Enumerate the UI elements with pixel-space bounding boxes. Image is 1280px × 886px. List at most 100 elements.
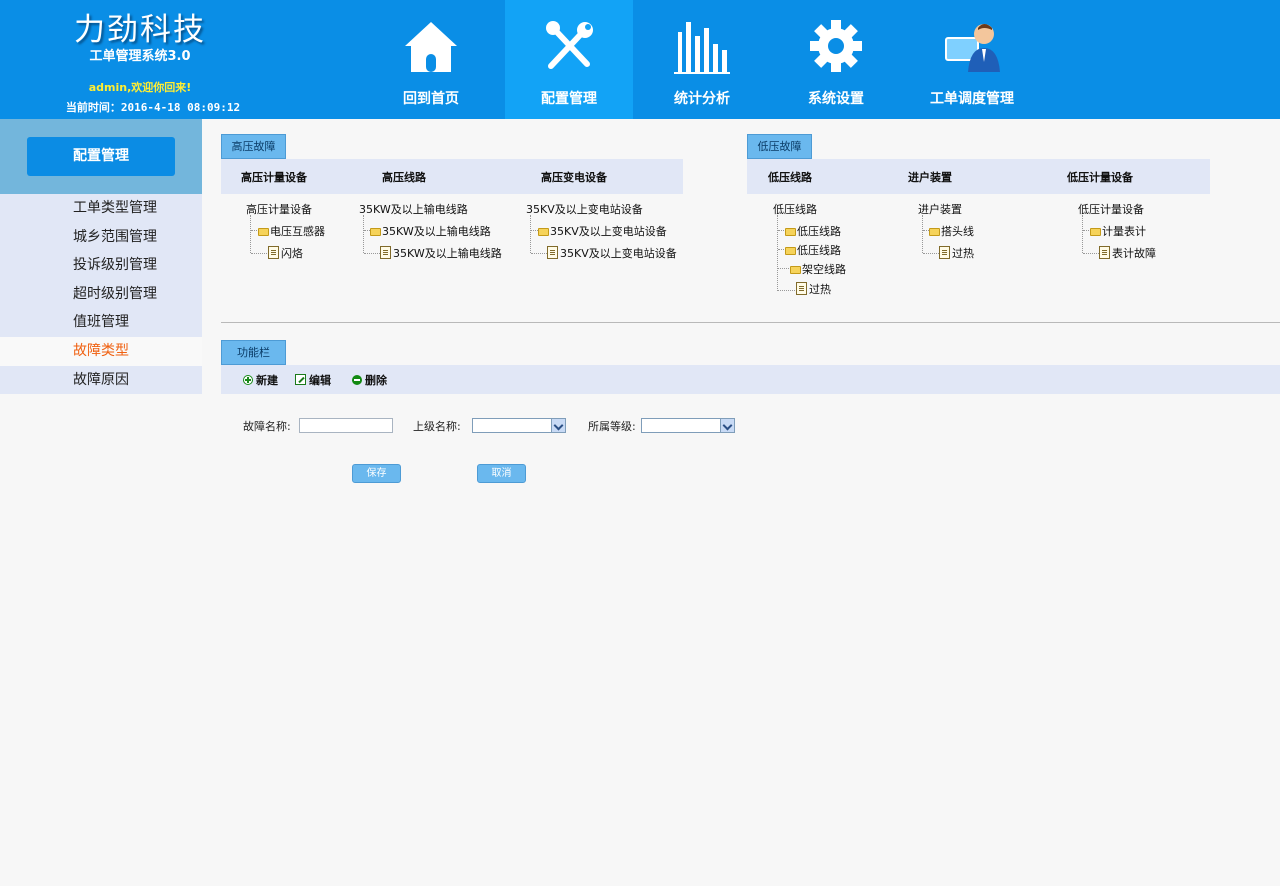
sidebar-item-fault-type[interactable]: 故障类型 <box>0 336 202 366</box>
tree-root[interactable]: 低压计量设备 <box>1078 201 1144 217</box>
tree-leaf-label: 过热 <box>809 283 831 296</box>
cancel-button[interactable]: 取消 <box>477 464 526 483</box>
function-bar-tab: 功能栏 <box>221 340 286 365</box>
tree-line <box>778 268 789 269</box>
sidebar-title-button[interactable]: 配置管理 <box>27 137 175 176</box>
tools-icon <box>546 21 593 69</box>
column-header: 高压线路 <box>382 171 426 184</box>
delete-button-label: 删除 <box>365 374 387 387</box>
folder-icon <box>785 228 796 236</box>
document-icon <box>1099 246 1110 259</box>
sidebar-menu: 工单类型管理 城乡范围管理 投诉级别管理 超时级别管理 值班管理 故障类型 故障… <box>0 194 202 395</box>
tree-folder-label: 低压线路 <box>797 244 841 257</box>
tree-folder[interactable]: 电压互感器 <box>258 223 325 239</box>
column-header: 低压计量设备 <box>1067 171 1133 184</box>
tree-line <box>778 230 784 231</box>
high-voltage-tab[interactable]: 高压故障 <box>221 134 286 159</box>
sidebar-item-complaint-level[interactable]: 投诉级别管理 <box>0 251 202 280</box>
nav-label: 工单调度管理 <box>930 91 1014 107</box>
add-icon <box>243 375 253 385</box>
folder-icon <box>258 228 269 236</box>
home-icon <box>405 22 457 72</box>
top-header: 力劲科技 工单管理系统3.0 admin,欢迎你回来! 当前时间：2016-4-… <box>0 0 1280 119</box>
tree-leaf-label: 闪烙 <box>281 247 303 260</box>
folder-icon <box>1090 228 1101 236</box>
sidebar-item-area-range[interactable]: 城乡范围管理 <box>0 222 202 252</box>
gear-icon <box>810 20 862 72</box>
tree-folder[interactable]: 搭头线 <box>929 223 974 239</box>
edit-button[interactable]: 编辑 <box>295 372 331 388</box>
low-voltage-tab[interactable]: 低压故障 <box>747 134 812 159</box>
column-header: 低压线路 <box>768 171 812 184</box>
company-logo-text: 力劲科技 <box>74 12 206 48</box>
column-header: 高压变电设备 <box>541 171 607 184</box>
nav-label: 配置管理 <box>541 91 597 107</box>
tree-folder[interactable]: 低压线路 <box>785 223 841 239</box>
parent-name-select[interactable] <box>472 418 566 433</box>
nav-config[interactable]: 配置管理 <box>505 0 633 119</box>
folder-icon <box>538 228 549 236</box>
tree-root[interactable]: 高压计量设备 <box>246 201 312 217</box>
sidebar: 配置管理 工单类型管理 城乡范围管理 投诉级别管理 超时级别管理 值班管理 故障… <box>0 119 202 886</box>
sidebar-item-timeout-level[interactable]: 超时级别管理 <box>0 279 202 309</box>
tree-root[interactable]: 35KV及以上变电站设备 <box>526 201 643 217</box>
nav-stats[interactable]: 统计分析 <box>638 0 766 119</box>
nav-dispatch[interactable]: 工单调度管理 <box>908 0 1036 119</box>
tree-folder-label: 35KV及以上变电站设备 <box>550 225 667 238</box>
tree-line <box>531 230 538 231</box>
chevron-down-icon[interactable] <box>551 419 565 432</box>
tree-root[interactable]: 进户装置 <box>918 201 962 217</box>
new-button-label: 新建 <box>256 374 278 387</box>
folder-icon <box>790 266 801 274</box>
welcome-text: admin,欢迎你回来! <box>88 81 192 94</box>
tree-root[interactable]: 低压线路 <box>773 201 817 217</box>
tree-line <box>1083 253 1099 254</box>
tree-folder[interactable]: 35KV及以上变电站设备 <box>538 223 667 239</box>
delete-button[interactable]: 删除 <box>352 372 387 388</box>
level-select[interactable] <box>641 418 735 433</box>
sidebar-item-ticket-type[interactable]: 工单类型管理 <box>0 194 202 223</box>
section-divider <box>221 322 1280 323</box>
column-header: 进户装置 <box>908 171 952 184</box>
tree-folder-label: 低压线路 <box>797 225 841 238</box>
save-button[interactable]: 保存 <box>352 464 401 483</box>
nav-label: 回到首页 <box>403 91 459 107</box>
sidebar-item-fault-cause[interactable]: 故障原因 <box>0 365 202 395</box>
column-header: 高压计量设备 <box>241 171 307 184</box>
tree-folder-label: 架空线路 <box>802 263 846 276</box>
tree-folder-label: 搭头线 <box>941 225 974 238</box>
tree-leaf[interactable]: 闪烙 <box>268 245 303 261</box>
tree-leaf-label: 35KW及以上输电线路 <box>393 247 502 260</box>
tree-leaf[interactable]: 35KW及以上输电线路 <box>380 245 502 261</box>
tree-folder[interactable]: 架空线路 <box>790 261 846 277</box>
nav-home[interactable]: 回到首页 <box>367 0 495 119</box>
low-voltage-header: 低压线路 进户装置 低压计量设备 <box>747 159 1210 194</box>
delete-icon <box>352 375 362 385</box>
sidebar-item-duty[interactable]: 值班管理 <box>0 308 202 337</box>
document-icon <box>380 246 391 259</box>
edit-button-label: 编辑 <box>309 374 331 387</box>
tree-folder[interactable]: 低压线路 <box>785 242 841 258</box>
high-voltage-header: 高压计量设备 高压线路 高压变电设备 <box>221 159 683 194</box>
tree-leaf[interactable]: 表计故障 <box>1099 245 1156 261</box>
tree-leaf[interactable]: 过热 <box>796 281 831 297</box>
tree-leaf[interactable]: 35KV及以上变电站设备 <box>547 245 677 261</box>
tree-folder[interactable]: 计量表计 <box>1090 223 1146 239</box>
tree-line <box>777 215 778 291</box>
fault-name-input[interactable] <box>299 418 393 433</box>
fault-name-label: 故障名称: <box>243 420 291 433</box>
tree-folder[interactable]: 35KW及以上输电线路 <box>370 223 491 239</box>
parent-name-label: 上级名称: <box>413 420 461 433</box>
tree-line <box>251 253 267 254</box>
new-button[interactable]: 新建 <box>243 372 278 388</box>
brand-area: 力劲科技 工单管理系统3.0 admin,欢迎你回来! 当前时间：2016-4-… <box>0 0 280 119</box>
tree-leaf[interactable]: 过热 <box>939 245 974 261</box>
tree-line <box>531 253 547 254</box>
edit-icon <box>295 374 306 385</box>
tree-line <box>922 215 923 253</box>
level-label: 所属等级: <box>588 420 636 433</box>
tree-root[interactable]: 35KW及以上输电线路 <box>359 201 468 217</box>
chevron-down-icon[interactable] <box>720 419 734 432</box>
tree-line <box>250 215 251 253</box>
nav-settings[interactable]: 系统设置 <box>772 0 900 119</box>
